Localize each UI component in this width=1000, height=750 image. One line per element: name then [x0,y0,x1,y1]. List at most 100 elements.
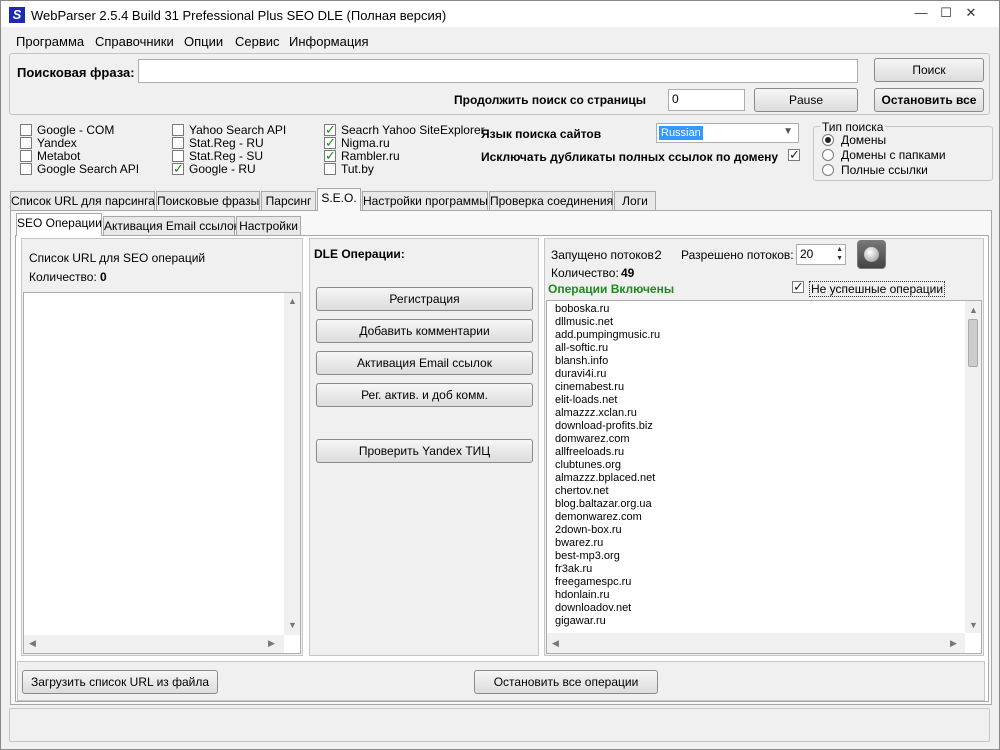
scroll-up-icon[interactable]: ▲ [288,296,297,306]
list-item[interactable]: dllmusic.net [551,316,981,329]
list-item[interactable]: bwarez.ru [551,537,981,550]
checkbox-google-search-api[interactable] [20,163,32,175]
minimize-button[interactable]: — [909,3,933,23]
radio-label: Полные ссылки [841,163,928,177]
search-type-legend: Тип поиска [820,120,886,134]
list-item[interactable]: cinemabest.ru [551,381,981,394]
scroll-up-icon[interactable]: ▲ [969,304,978,317]
checkbox-google-ru[interactable] [172,161,184,177]
list-item[interactable]: clubtunes.org [551,459,981,472]
failed-ops-checkbox[interactable] [792,279,804,295]
threads-allowed-value: 20 [800,247,814,261]
tab-url-list[interactable]: Список URL для парсинга [10,191,155,211]
list-item[interactable]: demonwarez.com [551,511,981,524]
register-button[interactable]: Регистрация [316,287,533,311]
stop-all-operations-button[interactable]: Остановить все операции [474,670,658,694]
list-item[interactable]: downloadov.net [551,602,981,615]
radio-domains-folders[interactable] [822,149,834,161]
search-button[interactable]: Поиск [874,58,984,82]
scroll-left-icon[interactable]: ◀ [552,637,559,650]
start-page-input[interactable]: 0 [668,89,745,111]
spinner-icon[interactable]: ▲ ▼ [836,245,843,263]
list-item[interactable]: elit-loads.net [551,394,981,407]
seo-count-label: Количество: [29,270,97,284]
radio-full-links[interactable] [822,164,834,176]
tab-connection-check[interactable]: Проверка соединения [489,191,613,211]
seo-url-panel: Список URL для SEO операций Количество: … [21,238,303,656]
seo-url-listbox[interactable]: ▲ ▼ ◀ ▶ [23,292,301,654]
subtab-email-activation[interactable]: Активация Email ссылок [103,216,239,236]
list-item[interactable]: 2down-box.ru [551,524,981,537]
scroll-thumb[interactable] [968,319,978,367]
tab-logs[interactable]: Логи [614,191,656,211]
exclude-dupes-checkbox[interactable] [788,147,800,163]
list-item[interactable]: best-mp3.org [551,550,981,563]
list-item[interactable]: freegamespc.ru [551,576,981,589]
vertical-scrollbar[interactable]: ▲ ▼ [965,301,981,633]
pause-button[interactable]: Pause [754,88,858,112]
tab-seo[interactable]: S.E.O. [317,188,361,211]
list-item[interactable]: blansh.info [551,355,981,368]
engine-label: Stat.Reg - SU [189,149,264,163]
tab-search-phrases[interactable]: Поисковые фразы [156,191,260,211]
scroll-right-icon[interactable]: ▶ [268,638,275,649]
maximize-button[interactable]: ☐ [934,3,958,23]
checkbox-rambler[interactable] [324,148,336,164]
checkbox-statreg-ru[interactable] [172,137,184,149]
list-item[interactable]: duravi4i.ru [551,368,981,381]
engine-label: Metabot [37,149,81,163]
menu-references[interactable]: Справочники [95,34,174,49]
checkbox-yandex[interactable] [20,137,32,149]
reg-activate-comment-button[interactable]: Рег. актив. и доб комм. [316,383,533,407]
tab-program-settings[interactable]: Настройки программы [362,191,488,211]
menu-program[interactable]: Программа [16,34,84,49]
radio-domains[interactable] [822,134,834,146]
horizontal-scrollbar[interactable]: ◀ ▶ [547,633,965,653]
subtab-settings[interactable]: Настройки [236,216,301,236]
list-item[interactable]: download-profits.biz [551,420,981,433]
list-item[interactable]: almazzz.bplaced.net [551,472,981,485]
tab-parsing[interactable]: Парсинг [261,191,316,211]
add-comments-button[interactable]: Добавить комментарии [316,319,533,343]
list-item[interactable]: add.pumpingmusic.ru [551,329,981,342]
vertical-scrollbar[interactable]: ▲ ▼ [284,293,300,635]
list-item[interactable]: almazzz.xclan.ru [551,407,981,420]
app-logo-icon: S [9,7,25,23]
menu-info[interactable]: Информация [289,34,369,49]
check-yandex-tic-button[interactable]: Проверить Yandex ТИЦ [316,439,533,463]
list-item[interactable]: fr3ak.ru [551,563,981,576]
close-button[interactable]: ✕ [959,3,983,23]
scroll-down-icon[interactable]: ▼ [288,620,297,630]
list-item[interactable]: gigawar.ru [551,615,981,628]
list-item[interactable]: blog.baltazar.org.ua [551,498,981,511]
language-select[interactable]: Russian ▼ [656,123,799,143]
menu-options[interactable]: Опции [184,34,223,49]
list-item[interactable]: all-softic.ru [551,342,981,355]
list-item[interactable]: domwarez.com [551,433,981,446]
checkbox-metabot[interactable] [20,150,32,162]
globe-icon[interactable] [857,240,886,269]
list-item[interactable]: hdonlain.ru [551,589,981,602]
checkbox-yahoo-search-api[interactable] [172,124,184,136]
search-group: Поисковая фраза: Поиск Продолжить поиск … [9,53,990,115]
threads-allowed-input[interactable]: 20 ▲ ▼ [796,244,846,265]
language-value: Russian [659,126,703,140]
seo-url-list-title: Список URL для SEO операций [29,251,206,265]
scroll-right-icon[interactable]: ▶ [950,637,957,650]
horizontal-scrollbar[interactable]: ◀ ▶ [24,635,284,653]
scroll-left-icon[interactable]: ◀ [29,638,36,649]
list-item[interactable]: chertov.net [551,485,981,498]
radio-label: Домены с папками [841,148,946,162]
load-url-file-button[interactable]: Загрузить список URL из файла [22,670,218,694]
scroll-down-icon[interactable]: ▼ [969,619,978,632]
checkbox-google-com[interactable] [20,124,32,136]
menu-service[interactable]: Сервис [235,34,280,49]
stop-all-button[interactable]: Остановить все [874,88,984,112]
checkbox-tut-by[interactable] [324,163,336,175]
activate-email-button[interactable]: Активация Email ссылок [316,351,533,375]
subtab-seo-operations[interactable]: SEO Операции [16,213,102,236]
list-item[interactable]: allfreeloads.ru [551,446,981,459]
search-phrase-input[interactable] [138,59,858,83]
operations-url-list[interactable]: boboska.ru dllmusic.net add.pumpingmusic… [546,300,982,654]
list-item[interactable]: boboska.ru [551,303,981,316]
